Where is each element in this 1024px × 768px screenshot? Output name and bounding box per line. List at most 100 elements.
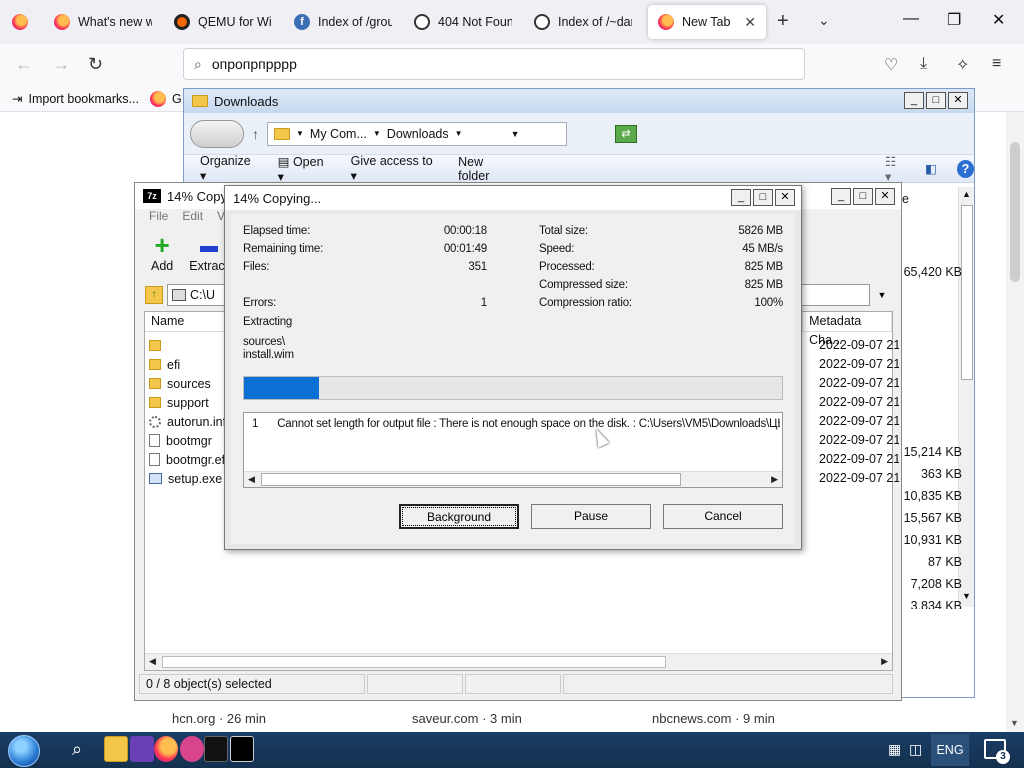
downloads-icon[interactable]: ⤓ — [920, 55, 927, 73]
help-icon[interactable]: ? — [956, 159, 974, 178]
refresh-icon[interactable]: ⇄ — [615, 124, 637, 143]
maximize-button[interactable]: □ — [753, 189, 773, 206]
new-folder-button[interactable]: New folder — [458, 155, 515, 183]
file-row[interactable]: support — [149, 393, 229, 412]
close-button[interactable]: ✕ — [775, 189, 795, 206]
explorer-title-bar[interactable]: Downloads _ □ ✕ — [184, 89, 974, 113]
new-tab-button[interactable]: + — [777, 10, 789, 33]
scroll-down-arrow-icon[interactable]: ▼ — [1010, 718, 1019, 728]
file-row[interactable]: bootmgr — [149, 431, 228, 450]
dropdown-arrow-icon[interactable]: ▼ — [511, 129, 520, 139]
visual-studio-icon[interactable] — [130, 736, 154, 762]
maximize-button[interactable]: □ — [926, 92, 946, 109]
notifications-icon[interactable]: 3 — [984, 739, 1010, 764]
pocket-icon[interactable]: ♡ — [884, 55, 898, 75]
breadcrumb-item[interactable]: My Com... — [310, 127, 367, 141]
close-window-button[interactable]: ✕ — [992, 10, 1005, 30]
pause-button[interactable]: Pause — [531, 504, 651, 529]
reload-button[interactable]: ↻ — [88, 54, 103, 75]
scroll-left-arrow-icon[interactable]: ◀ — [248, 474, 255, 485]
column-metadata[interactable]: Metadata Cha... — [802, 312, 893, 347]
chevron-down-icon[interactable]: ▼ — [373, 129, 381, 138]
file-row[interactable]: autorun.inf — [149, 412, 229, 431]
organize-button[interactable]: Organize ▾ — [200, 154, 258, 183]
back-button[interactable]: ← — [15, 54, 33, 75]
browser-tab[interactable]: Index of /~dar — [524, 5, 642, 39]
preview-pane-icon[interactable]: ◧ — [925, 161, 937, 176]
scrollbar-thumb[interactable] — [961, 205, 973, 380]
file-row[interactable]: setup.exe — [149, 469, 230, 488]
maximize-button[interactable]: □ — [853, 188, 873, 205]
background-button[interactable]: Background — [399, 504, 519, 529]
file-row[interactable] — [149, 336, 229, 355]
scroll-down-arrow-icon[interactable]: ▼ — [962, 591, 971, 601]
start-button[interactable] — [8, 735, 40, 767]
language-indicator[interactable]: ENG — [931, 734, 969, 766]
import-bookmarks-item[interactable]: ⇥ Import bookmarks... — [12, 91, 139, 107]
scrollbar-thumb[interactable] — [162, 656, 666, 668]
maximize-button[interactable]: ❐ — [947, 10, 961, 30]
extensions-icon[interactable]: ✧ — [956, 55, 969, 75]
minimize-button[interactable]: — — [903, 10, 919, 28]
firefox-view-icon[interactable] — [12, 14, 28, 30]
up-arrow-icon[interactable]: ↑ — [252, 126, 259, 142]
scroll-right-arrow-icon[interactable]: ▶ — [771, 474, 778, 485]
add-button[interactable]: + Add — [151, 232, 173, 273]
error-hscrollbar[interactable]: ◀ ▶ — [244, 471, 782, 487]
scrollbar-thumb[interactable] — [1010, 142, 1020, 282]
cancel-button[interactable]: Cancel — [663, 504, 783, 529]
minimize-button[interactable]: _ — [904, 92, 924, 109]
file-explorer-icon[interactable] — [104, 736, 128, 762]
close-button[interactable]: ✕ — [948, 92, 968, 109]
file-row[interactable]: sources — [149, 374, 229, 393]
open-button[interactable]: ▤ Open ▾ — [278, 154, 331, 184]
scroll-up-arrow-icon[interactable]: ▲ — [962, 189, 971, 199]
menu-file[interactable]: File — [149, 209, 168, 229]
browser-tab-active[interactable]: New Tab ✕ — [648, 5, 766, 39]
browser-tab[interactable]: f Index of /grou — [284, 5, 402, 39]
sevenzip-icon[interactable] — [230, 736, 254, 762]
scroll-left-arrow-icon[interactable]: ◀ — [149, 656, 156, 667]
forward-button[interactable]: → — [52, 54, 70, 75]
give-access-button[interactable]: Give access to ▾ — [351, 154, 438, 183]
close-tab-icon[interactable]: ✕ — [744, 14, 756, 31]
url-bar[interactable]: ⌕ опропрпрррр — [183, 48, 805, 80]
top-site-shortcut[interactable]: hcn.org · 26 min — [158, 705, 372, 732]
firefox-icon[interactable] — [154, 736, 178, 762]
minimize-button[interactable]: _ — [831, 188, 851, 205]
scroll-right-arrow-icon[interactable]: ▶ — [881, 656, 888, 667]
browser-tab[interactable]: What's new w — [44, 5, 162, 39]
page-scrollbar[interactable]: ▼ — [1006, 112, 1024, 732]
close-button[interactable]: ✕ — [875, 188, 895, 205]
network-icon[interactable]: ▦ — [888, 741, 901, 758]
top-site-shortcut[interactable]: saveur.com · 3 min — [398, 705, 612, 732]
top-site-shortcut[interactable]: nbcnews.com · 9 min — [638, 705, 852, 732]
chevron-down-icon[interactable]: ▼ — [296, 129, 304, 138]
browser-tab[interactable]: 404 Not Found — [404, 5, 522, 39]
horizontal-scrollbar[interactable]: ◀ ▶ — [145, 653, 892, 670]
view-options-icon[interactable]: ☷ ▾ — [885, 154, 905, 184]
scrollbar-thumb[interactable] — [261, 473, 681, 486]
file-row[interactable]: bootmgr.efi — [149, 450, 228, 469]
chevron-down-icon[interactable]: ▼ — [455, 129, 463, 138]
breadcrumb-item[interactable]: Downloads — [387, 127, 449, 141]
file-row[interactable]: efi — [149, 355, 229, 374]
extract-button[interactable]: Extract — [189, 238, 228, 273]
browser-tab[interactable]: QEMU for Win — [164, 5, 282, 39]
menu-icon[interactable]: ≡ — [992, 55, 1001, 73]
path-dropdown-icon[interactable]: ▼ — [874, 286, 890, 304]
tray-icon[interactable]: ◫ — [909, 741, 922, 758]
dialog-title-bar[interactable]: 14% Copying... _ □ ✕ — [225, 186, 801, 210]
list-all-tabs-button[interactable]: ⌄ — [818, 12, 830, 29]
error-list[interactable]: 1 Cannot set length for output file : Th… — [243, 412, 783, 488]
address-bar[interactable]: ▼ My Com... ▼ Downloads ▼ ▼ — [267, 121, 567, 146]
search-icon[interactable]: ⌕ — [72, 739, 82, 760]
column-name[interactable]: Name — [145, 312, 225, 331]
back-forward-buttons[interactable] — [190, 119, 244, 148]
bookmark-item[interactable]: G — [150, 91, 182, 107]
qemu-icon[interactable] — [180, 736, 204, 762]
minimize-button[interactable]: _ — [731, 189, 751, 206]
terminal-icon[interactable] — [204, 736, 228, 762]
menu-edit[interactable]: Edit — [182, 209, 203, 229]
folder-up-icon[interactable]: ↑ — [145, 286, 163, 304]
